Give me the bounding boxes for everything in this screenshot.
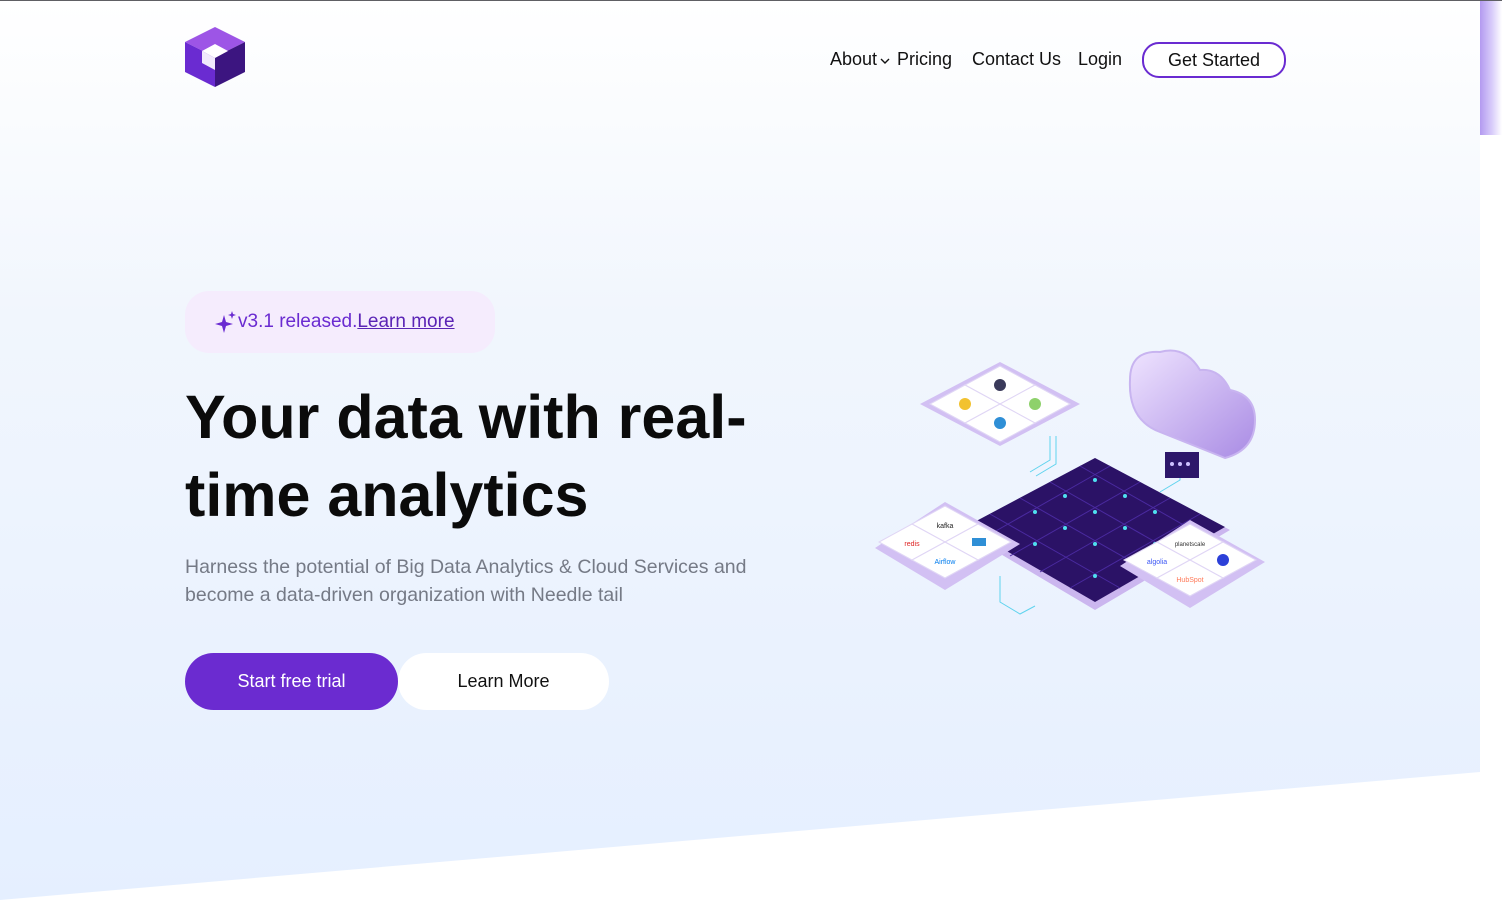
release-badge: v3.1 released. Learn more xyxy=(185,291,495,353)
tile-label-redis: redis xyxy=(904,541,920,548)
nav-about[interactable]: About xyxy=(830,49,891,70)
badge-text: v3.1 released. xyxy=(238,311,358,332)
tile-label-hubspot: HubSpot xyxy=(1176,577,1203,584)
tile-label-airflow: Airflow xyxy=(934,559,956,566)
cube-logo-icon xyxy=(185,27,245,87)
scrollbar-thumb[interactable] xyxy=(1480,1,1502,135)
nav-pricing[interactable]: Pricing xyxy=(897,49,952,70)
nav-about-label: About xyxy=(830,49,878,69)
tile-cluster-top xyxy=(920,362,1080,446)
sparkle-icon xyxy=(215,311,236,333)
logo[interactable] xyxy=(184,26,246,88)
top-border xyxy=(0,0,1502,1)
scrollbar-track[interactable] xyxy=(1480,1,1502,900)
tile-label-planetscale: planetscale xyxy=(1175,542,1206,548)
nav-contact-us[interactable]: Contact Us xyxy=(972,49,1061,70)
hero-subtext: Harness the potential of Big Data Analyt… xyxy=(185,556,747,606)
badge-learn-more-link[interactable]: Learn more xyxy=(357,311,454,333)
start-free-trial-button[interactable]: Start free trial xyxy=(185,653,398,710)
tile-label-kafka: kafka xyxy=(937,523,954,530)
nav-login[interactable]: Login xyxy=(1078,49,1122,70)
hero-illustration: kafka redis Airflow planetscale algolia … xyxy=(875,349,1265,615)
tile-label-algolia: algolia xyxy=(1147,559,1167,566)
chevron-down-icon xyxy=(880,58,890,64)
get-started-button[interactable]: Get Started xyxy=(1142,42,1286,78)
cloud-shape xyxy=(1128,349,1257,478)
learn-more-button[interactable]: Learn More xyxy=(398,653,609,710)
hero-headline: Your data with real-time analytics xyxy=(185,383,747,529)
